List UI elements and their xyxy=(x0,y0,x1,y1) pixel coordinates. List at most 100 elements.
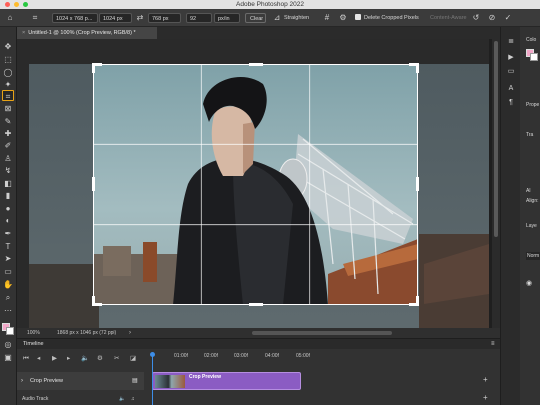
timeline-controls: ⏮ ◂ ▶ ▸ 🔈 ⚙ ✂ ◪ xyxy=(17,350,147,370)
zoom-level[interactable]: 100% xyxy=(27,328,40,338)
rectangle-tool-icon[interactable]: ▭ xyxy=(2,266,14,277)
quick-mask-icon[interactable]: ◎ xyxy=(2,339,14,350)
straighten-icon[interactable]: ⊿ xyxy=(272,13,282,23)
close-tab-icon[interactable]: × xyxy=(22,30,25,36)
crop-handle-bottom-right-v[interactable] xyxy=(416,296,419,306)
hand-tool-icon[interactable]: ✋ xyxy=(2,279,14,290)
reset-icon[interactable]: ↺ xyxy=(471,13,481,23)
add-audio-icon[interactable]: + xyxy=(483,393,488,402)
timeline-panel: Timeline ≡ ⏮ ◂ ▶ ▸ 🔈 ⚙ ✂ ◪ 01:00f 02:00f… xyxy=(17,338,500,405)
frame-tool-icon[interactable]: ⊠ xyxy=(2,103,14,114)
blend-mode-select[interactable]: Norm xyxy=(526,252,540,260)
status-bar: 100% 1868 px x 1046 px (72 ppi) › xyxy=(17,328,500,338)
document-tab[interactable]: × Untitled-1 @ 100% (Crop Preview, RGB/8)… xyxy=(17,27,157,39)
horizontal-scrollbar[interactable] xyxy=(252,331,392,335)
clone-stamp-icon[interactable]: ♙ xyxy=(2,153,14,164)
transition-icon[interactable]: ◪ xyxy=(130,355,136,363)
video-clip[interactable]: Crop Preview xyxy=(152,372,301,390)
audio-track-header[interactable]: Audio Track 🔈 ♫ xyxy=(17,394,144,404)
clear-button[interactable]: Clear xyxy=(245,13,266,23)
more-tools-icon[interactable]: ⋯ xyxy=(2,305,14,316)
playhead[interactable] xyxy=(150,350,155,405)
crop-handle-bottom[interactable] xyxy=(249,303,263,306)
eyedropper-tool-icon[interactable]: ✎ xyxy=(2,116,14,127)
crop-handle-right[interactable] xyxy=(416,177,419,191)
align-section[interactable]: Al xyxy=(526,188,530,194)
scrollbar-thumb[interactable] xyxy=(494,41,498,237)
crop-tool-icon[interactable]: ⌗ xyxy=(29,13,41,23)
swatches-icon[interactable]: ▭ xyxy=(506,67,516,75)
brush-tool-icon[interactable]: ✐ xyxy=(2,140,14,151)
content-aware-checkbox[interactable]: Content-Aware xyxy=(430,13,467,23)
overlay-grid-icon[interactable]: # xyxy=(322,13,332,23)
vertical-scrollbar[interactable] xyxy=(492,39,500,328)
crop-width-input[interactable]: 1024 px xyxy=(99,13,132,23)
mute-audio-icon[interactable]: 🔈 xyxy=(119,394,125,404)
gradient-tool-icon[interactable]: ▮ xyxy=(2,190,14,201)
crop-tool-icon[interactable]: ⌗ xyxy=(2,90,14,101)
crop-handle-top-left-v[interactable] xyxy=(92,63,95,73)
track-name: Crop Preview xyxy=(30,378,64,384)
crop-handle-top-right-v[interactable] xyxy=(416,63,419,73)
object-select-tool-icon[interactable]: ✦ xyxy=(2,79,14,90)
commit-check-icon[interactable]: ✓ xyxy=(503,13,513,23)
swap-dimensions-icon[interactable]: ⇄ xyxy=(135,13,145,23)
pen-tool-icon[interactable]: ✒ xyxy=(2,228,14,239)
layers-panel-title[interactable]: Laye xyxy=(526,223,537,229)
prev-frame-icon[interactable]: ◂ xyxy=(37,355,40,363)
transform-section[interactable]: Tra xyxy=(526,132,533,138)
next-frame-icon[interactable]: ▸ xyxy=(67,355,70,363)
healing-brush-icon[interactable]: ✚ xyxy=(2,128,14,139)
paragraph-icon[interactable]: ¶ xyxy=(506,99,516,106)
crop-height-input[interactable]: 768 px xyxy=(148,13,181,23)
settings-icon[interactable]: ⚙ xyxy=(97,355,103,363)
crop-handle-top[interactable] xyxy=(249,63,263,66)
split-clip-icon[interactable]: ✂ xyxy=(114,355,119,363)
timeline-ruler[interactable]: 01:00f 02:00f 03:00f 04:00f 05:00f xyxy=(147,350,500,363)
crop-area[interactable] xyxy=(93,64,418,305)
crop-handle-bottom-left-v[interactable] xyxy=(92,296,95,306)
expand-chevron-icon[interactable]: › xyxy=(21,372,23,390)
color-swatch-bg[interactable] xyxy=(530,53,538,61)
move-tool-icon[interactable]: ✥ xyxy=(2,41,14,52)
type-tool-icon[interactable]: T xyxy=(2,241,14,252)
add-media-icon[interactable]: + xyxy=(483,375,488,384)
resolution-input[interactable]: 92 xyxy=(186,13,212,23)
settings-gear-icon[interactable]: ⚙ xyxy=(338,13,348,23)
blur-tool-icon[interactable]: ● xyxy=(2,203,14,214)
history-icon[interactable]: ≣ xyxy=(506,37,516,45)
artboard-tool-icon[interactable]: ⬚ xyxy=(2,54,14,65)
history-brush-icon[interactable]: ↯ xyxy=(2,165,14,176)
straighten-label[interactable]: Straighten xyxy=(284,13,309,23)
actions-icon[interactable]: ▶ xyxy=(506,53,516,61)
dodge-tool-icon[interactable]: ◐ xyxy=(2,215,14,226)
timeline-title[interactable]: Timeline xyxy=(23,339,44,349)
panel-menu-icon[interactable]: ≡ xyxy=(491,339,495,349)
color-panel-title[interactable]: Colo xyxy=(526,37,536,43)
character-icon[interactable]: A xyxy=(506,85,516,92)
delete-cropped-pixels-checkbox[interactable]: Delete Cropped Pixels xyxy=(355,13,419,23)
canvas-area[interactable] xyxy=(17,39,489,328)
lasso-tool-icon[interactable]: ◯ xyxy=(2,67,14,78)
resolution-unit-select[interactable]: px/in xyxy=(214,13,240,23)
first-frame-icon[interactable]: ⏮ xyxy=(23,355,29,363)
crop-preset-select[interactable]: 1024 x 768 p... xyxy=(52,13,98,23)
crop-handle-left[interactable] xyxy=(92,177,95,191)
music-note-icon[interactable]: ♫ xyxy=(131,394,135,404)
audio-icon[interactable]: 🔈 xyxy=(81,355,89,363)
cancel-icon[interactable]: ⊘ xyxy=(487,13,497,23)
ruler-tick: 05:00f xyxy=(296,353,310,359)
film-icon[interactable]: ▤ xyxy=(132,372,138,390)
properties-panel-title[interactable]: Prope xyxy=(526,102,539,108)
ruler-tick: 03:00f xyxy=(234,353,248,359)
path-select-icon[interactable]: ➤ xyxy=(2,253,14,264)
home-icon[interactable]: ⌂ xyxy=(4,13,16,23)
video-track-header[interactable]: › Crop Preview ▤ xyxy=(17,372,144,390)
status-menu-icon[interactable]: › xyxy=(129,328,131,338)
eraser-tool-icon[interactable]: ◧ xyxy=(2,178,14,189)
layer-visibility-eye-icon[interactable]: ◉ xyxy=(526,279,532,287)
zoom-tool-icon[interactable]: ⌕ xyxy=(2,292,14,303)
background-color-swatch[interactable] xyxy=(6,327,14,335)
screen-mode-icon[interactable]: ▣ xyxy=(2,352,14,363)
play-icon[interactable]: ▶ xyxy=(52,355,57,363)
